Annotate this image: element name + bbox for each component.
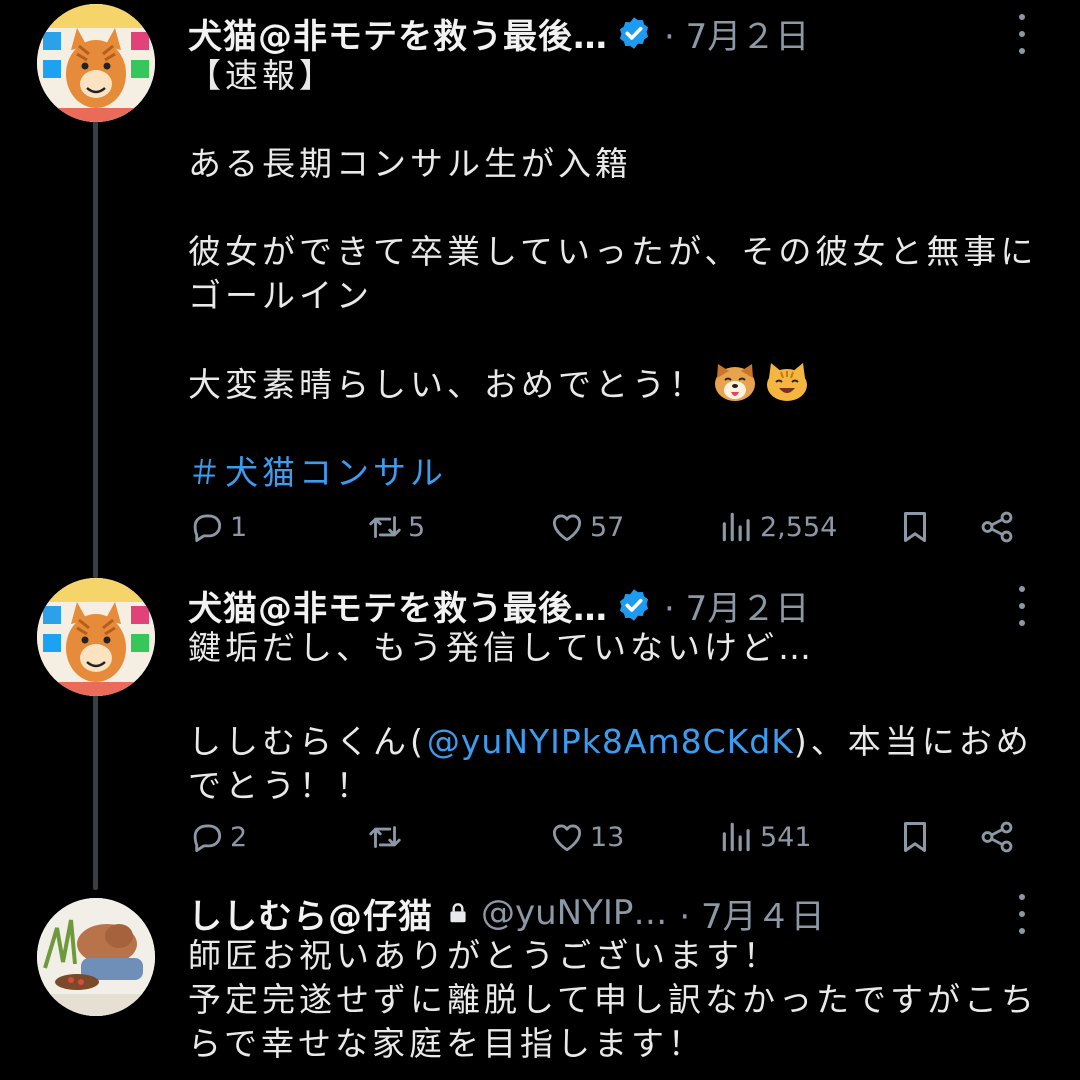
bookmark-button[interactable] (896, 815, 934, 859)
bookmark-icon (903, 822, 927, 852)
tweet[interactable]: ししむら@仔猫 @yuNYIP… · 7月４日 師匠お祝いありがとうございます！… (0, 880, 1080, 1080)
views-button[interactable]: 2,554 (718, 505, 837, 549)
tweet-header: ししむら@仔猫 @yuNYIP… · 7月４日 (188, 888, 825, 938)
cartoon-cat-avatar-icon (37, 4, 155, 122)
display-name[interactable]: 犬猫@非モテを救う最後… (188, 9, 608, 58)
share-button[interactable] (978, 815, 1016, 859)
retweet-icon (369, 826, 401, 848)
reply-count: 1 (230, 511, 248, 543)
retweet-icon (369, 516, 401, 538)
tweet-date[interactable]: · 7月２日 (664, 9, 809, 58)
text-line: 彼女ができて卒業していったが、その彼女と無事にゴールイン (188, 232, 1038, 315)
text-line-content: 大変素晴らしい、おめでとう！ (188, 365, 706, 404)
text-line: 師匠お祝いありがとうございます！ (188, 936, 780, 975)
like-count: 57 (590, 511, 625, 543)
share-icon (981, 821, 1013, 853)
views-chart-icon (722, 512, 750, 542)
display-name[interactable]: 犬猫@非モテを救う最後… (188, 581, 608, 630)
tweet[interactable]: 犬猫@非モテを救う最後… · 7月２日 【速報】 ある長期コンサル生が入籍 彼女… (0, 0, 1080, 570)
cartoon-cat-avatar-icon (37, 578, 155, 696)
retweet-button[interactable]: 5 (366, 505, 425, 549)
reply-button[interactable]: 1 (188, 505, 247, 549)
mention-link[interactable]: @yuNYIPk8Am8CKdK (427, 722, 794, 761)
views-chart-icon (722, 822, 750, 852)
tweet-header: 犬猫@非モテを救う最後… · 7月２日 (188, 580, 809, 630)
text-line-pre: ししむらくん( (188, 722, 427, 761)
views-button[interactable]: 541 (718, 815, 812, 859)
tweet-text: 師匠お祝いありがとうございます！ 予定完遂せずに離脱して申し訳なかったですがこち… (188, 934, 1048, 1066)
text-line: 大変素晴らしい、おめでとう！ (188, 362, 1048, 407)
reply-icon (193, 514, 222, 543)
more-options-icon[interactable] (1012, 14, 1032, 54)
lock-icon (450, 903, 466, 923)
heart-icon (552, 824, 582, 852)
like-button[interactable]: 13 (548, 815, 624, 859)
text-line: 鍵垢だし、もう発信していないけど… (188, 628, 816, 667)
tweet-header: 犬猫@非モテを救う最後… · 7月２日 (188, 8, 809, 58)
avatar[interactable] (37, 578, 155, 696)
text-line: 予定完遂せずに離脱して申し訳なかったですがこちらで幸せな家庭を目指します！ (188, 980, 1039, 1063)
dog-face-emoji-icon (715, 364, 755, 401)
more-options-icon[interactable] (1012, 586, 1032, 626)
verified-badge-icon (619, 17, 649, 49)
display-name[interactable]: ししむら@仔猫 (188, 889, 433, 938)
heart-icon (552, 514, 582, 542)
more-options-icon[interactable] (1012, 894, 1032, 934)
avatar[interactable] (37, 4, 155, 122)
text-line: 【速報】 (188, 56, 336, 95)
user-handle[interactable]: @yuNYIP… (481, 893, 667, 933)
retweet-count: 5 (408, 511, 426, 543)
reply-button[interactable]: 2 (188, 815, 247, 859)
verified-badge-icon (619, 589, 649, 621)
text-line: ししむらくん(@yuNYIPk8Am8CKdK)、本当におめでとう！！ (188, 720, 1048, 808)
action-bar: 1 5 57 2,554 (188, 505, 1028, 549)
share-icon (981, 511, 1013, 543)
tweet-text: 鍵垢だし、もう発信していないけど… ししむらくん(@yuNYIPk8Am8CKd… (188, 626, 1048, 808)
text-line: ある長期コンサル生が入籍 (188, 144, 632, 183)
view-count: 2,554 (760, 511, 838, 543)
cat-face-emoji-icon (767, 363, 807, 401)
hashtag-link[interactable]: ＃犬猫コンサル (188, 453, 447, 492)
tweet-date[interactable]: · 7月４日 (679, 889, 824, 938)
action-bar: 2 13 541 (188, 815, 1028, 859)
retweet-button[interactable] (366, 815, 408, 859)
tweet-text: 【速報】 ある長期コンサル生が入籍 彼女ができて卒業していったが、その彼女と無事… (188, 54, 1048, 495)
tweet[interactable]: 犬猫@非モテを救う最後… · 7月２日 鍵垢だし、もう発信していないけど… しし… (0, 570, 1080, 880)
bookmark-icon (903, 512, 927, 542)
reply-icon (193, 824, 222, 853)
share-button[interactable] (978, 505, 1016, 549)
like-button[interactable]: 57 (548, 505, 624, 549)
avatar[interactable] (37, 898, 155, 1016)
like-count: 13 (590, 821, 625, 853)
view-count: 541 (760, 821, 812, 853)
bookmark-button[interactable] (896, 505, 934, 549)
person-photo-avatar-icon (37, 898, 155, 1016)
tweet-date[interactable]: · 7月２日 (664, 581, 809, 630)
reply-count: 2 (230, 821, 248, 853)
